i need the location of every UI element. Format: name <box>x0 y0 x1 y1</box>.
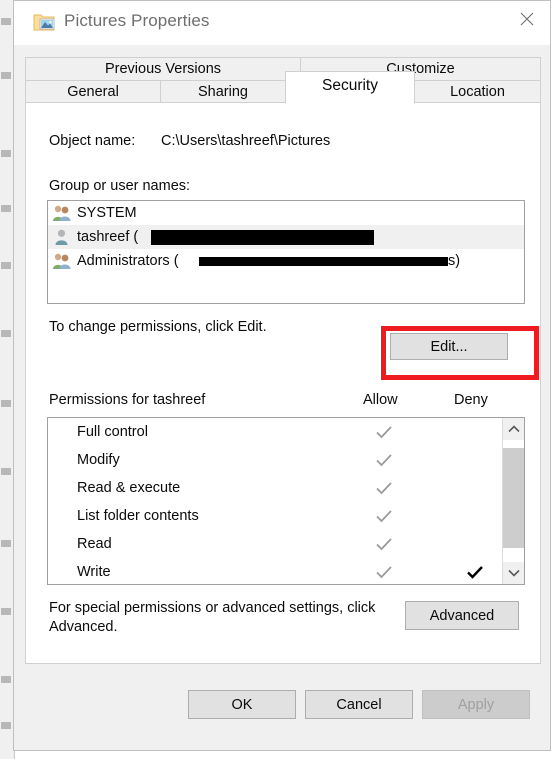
tab-label: Security <box>322 77 378 94</box>
tab-label: Previous Versions <box>104 61 222 77</box>
tab-location[interactable]: Location <box>414 80 541 104</box>
cancel-button[interactable]: Cancel <box>305 690 413 719</box>
deny-checkmark-icon[interactable] <box>466 565 484 579</box>
deny-column-header: Deny <box>454 392 488 408</box>
background-chip <box>1 540 11 547</box>
list-item-label: SYSTEM <box>77 205 137 221</box>
background-chip <box>1 150 11 157</box>
permission-label: Modify <box>77 452 120 468</box>
permission-label: List folder contents <box>77 508 199 524</box>
allow-checkmark-icon[interactable] <box>375 453 393 467</box>
table-row[interactable]: Full control <box>48 418 524 446</box>
edit-hint-text: To change permissions, click Edit. <box>49 319 267 335</box>
tab-strip: Previous Versions Customize General Shar… <box>25 57 541 104</box>
edit-button-label: Edit... <box>430 338 468 355</box>
background-chip <box>1 18 11 25</box>
single-user-icon <box>52 228 72 246</box>
scroll-down-icon[interactable] <box>503 562 524 584</box>
background-chip <box>1 676 11 683</box>
tab-label: Sharing <box>198 84 248 100</box>
background-chip <box>1 205 11 212</box>
allow-checkmark-icon[interactable] <box>375 537 393 551</box>
dialog-footer: OK Cancel Apply <box>14 664 550 750</box>
background-chip <box>1 722 11 729</box>
table-row[interactable]: Read <box>48 530 524 558</box>
object-name-value: C:\Users\tashreef\Pictures <box>161 133 331 149</box>
edit-button[interactable]: Edit... <box>390 333 508 360</box>
group-or-user-names-label: Group or user names: <box>49 178 191 194</box>
advanced-hint-text: For special permissions or advanced sett… <box>49 600 376 635</box>
ok-button-label: OK <box>231 696 253 713</box>
permission-label: Read <box>77 536 112 552</box>
table-row[interactable]: Modify <box>48 446 524 474</box>
allow-checkmark-icon[interactable] <box>375 425 393 439</box>
tab-sharing[interactable]: Sharing <box>160 80 286 104</box>
background-chip <box>1 72 11 79</box>
list-item-label: Administrators ( <box>77 253 179 269</box>
allow-column-header: Allow <box>363 392 398 408</box>
permissions-for-user-label: Permissions for tashreef <box>49 392 206 408</box>
tab-security[interactable]: Security <box>285 71 415 104</box>
ok-button[interactable]: OK <box>188 690 296 719</box>
list-item[interactable]: Administrators ( s) <box>48 249 524 273</box>
advanced-button-label: Advanced <box>429 607 495 624</box>
title-bar: Pictures Properties <box>14 1 550 45</box>
table-row[interactable]: Write <box>48 558 524 584</box>
redaction-bar <box>151 230 374 245</box>
permission-label: Write <box>77 564 111 580</box>
allow-checkmark-icon[interactable] <box>375 481 393 495</box>
tab-label: Location <box>450 84 505 100</box>
scroll-up-icon[interactable] <box>503 418 524 440</box>
group-users-icon <box>52 204 72 222</box>
allow-checkmark-icon[interactable] <box>375 565 393 579</box>
advanced-button[interactable]: Advanced <box>405 601 519 630</box>
background-chip <box>1 608 11 615</box>
cancel-button-label: Cancel <box>336 696 382 713</box>
apply-button: Apply <box>422 690 530 719</box>
permission-label: Read & execute <box>77 480 181 496</box>
close-icon[interactable] <box>504 1 550 37</box>
background-chip <box>1 330 11 337</box>
pictures-properties-dialog: Pictures Properties Previous Versions Cu… <box>13 0 551 751</box>
tab-label: General <box>67 84 119 100</box>
tab-general[interactable]: General <box>25 80 161 104</box>
permissions-list[interactable]: Full control Modify Read & execute List … <box>47 417 525 585</box>
list-item-label: tashreef ( <box>77 229 139 245</box>
group-users-icon <box>52 252 72 270</box>
list-item-label-suffix: s) <box>448 253 461 269</box>
background-chip <box>1 400 11 407</box>
background-chip <box>1 468 11 475</box>
scrollbar-thumb[interactable] <box>503 448 524 548</box>
permissions-scrollbar[interactable] <box>502 418 524 584</box>
tab-previous-versions[interactable]: Previous Versions <box>25 57 301 81</box>
group-or-user-names-list[interactable]: SYSTEM tashreef (Administrators (s) <box>47 200 525 304</box>
pictures-folder-icon <box>33 12 56 32</box>
redaction-bar <box>199 257 448 266</box>
object-name-label: Object name: <box>49 133 136 149</box>
permission-label: Full control <box>77 424 148 440</box>
list-item[interactable]: SYSTEM <box>48 201 524 225</box>
security-tab-page: Object name: C:\Users\tashreef\Pictures … <box>25 102 541 664</box>
apply-button-label: Apply <box>457 696 495 713</box>
window-title: Pictures Properties <box>64 11 210 30</box>
background-chip <box>1 262 11 269</box>
table-row[interactable]: Read & execute <box>48 474 524 502</box>
allow-checkmark-icon[interactable] <box>375 509 393 523</box>
table-row[interactable]: List folder contents <box>48 502 524 530</box>
list-item[interactable]: tashreef ( <box>48 225 524 249</box>
